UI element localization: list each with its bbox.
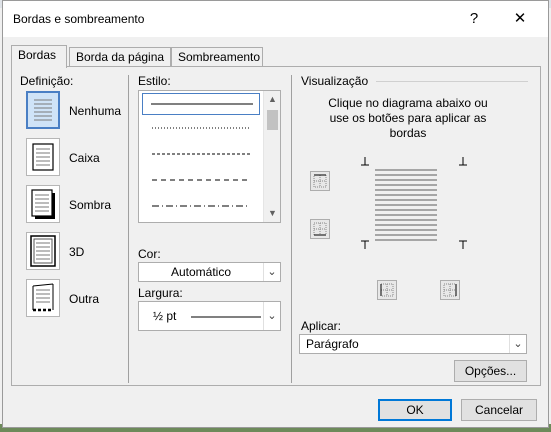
style-list-scrollbar[interactable]: ▲ ▼ (263, 91, 280, 222)
style-item-dashed-small[interactable] (142, 144, 260, 166)
width-value: ½ pt (153, 309, 177, 323)
color-label: Cor: (138, 247, 161, 261)
divider-left (128, 75, 129, 383)
setting-3d-label: 3D (69, 245, 85, 259)
style-item-dotted[interactable] (142, 118, 260, 140)
color-dropdown[interactable]: Automático ⌄ (138, 262, 281, 282)
help-button[interactable]: ? (460, 6, 488, 32)
width-dropdown[interactable]: ½ pt ⌄ (138, 301, 281, 331)
setting-none-label: Nenhuma (69, 104, 122, 118)
divider-right (291, 75, 292, 383)
border-right-icon (443, 283, 457, 297)
setting-box-label: Caixa (69, 151, 100, 165)
width-line-sample (191, 316, 261, 318)
tab-borda-da-pagina[interactable]: Borda da página (69, 47, 171, 67)
setting-shadow-label: Sombra (69, 198, 112, 212)
color-value: Automático (170, 265, 232, 279)
apply-to-value: Parágrafo (306, 337, 359, 351)
cancel-button[interactable]: Cancelar (461, 399, 537, 421)
apply-label: Aplicar: (301, 319, 342, 333)
close-button[interactable]: ✕ (506, 6, 534, 32)
options-button[interactable]: Opções... (454, 360, 527, 382)
ok-button[interactable]: OK (378, 399, 452, 421)
left-border-button[interactable] (377, 280, 397, 300)
chevron-down-icon[interactable]: ⌄ (509, 335, 526, 353)
setting-none-icon (26, 91, 60, 129)
preview-text-lines (375, 169, 437, 241)
chevron-down-icon[interactable]: ⌄ (263, 302, 280, 330)
chevron-down-icon[interactable]: ⌄ (263, 263, 280, 281)
bottom-border-button[interactable] (310, 219, 330, 239)
border-left-icon (380, 283, 394, 297)
tab-bordas-label: Bordas (18, 48, 57, 62)
tab-sombreamento[interactable]: Sombreamento (171, 47, 263, 67)
tab-borda-da-pagina-label: Borda da página (76, 50, 165, 64)
border-top-icon (313, 174, 327, 188)
style-item-dashed[interactable] (142, 170, 260, 192)
border-bottom-icon (313, 222, 327, 236)
width-label: Largura: (138, 286, 183, 300)
setting-heading: Definição: (20, 74, 74, 88)
preview-hint: Clique no diagrama abaixo ou use os botõ… (328, 96, 488, 140)
style-heading: Estilo: (138, 74, 171, 88)
tab-bordas[interactable]: Bordas (11, 45, 67, 68)
scroll-down-icon[interactable]: ▼ (264, 205, 280, 222)
top-border-button[interactable] (310, 171, 330, 191)
preview-diagram[interactable] (361, 157, 467, 249)
style-item-solid[interactable] (142, 93, 260, 115)
scroll-up-icon[interactable]: ▲ (264, 91, 280, 108)
dialog-title: Bordas e sombreamento (13, 12, 145, 26)
setting-custom-icon (26, 279, 60, 317)
tab-sombreamento-label: Sombreamento (178, 50, 261, 64)
preview-heading: Visualização (301, 74, 369, 88)
preview-heading-rule (376, 81, 528, 82)
setting-shadow-icon (26, 185, 60, 223)
borders-dialog: Bordas e sombreamento ? ✕ Bordas Borda d… (2, 0, 549, 428)
title-bar: Bordas e sombreamento ? ✕ (3, 1, 548, 37)
setting-box-icon (26, 138, 60, 176)
setting-custom-label: Outra (69, 292, 100, 306)
style-list[interactable]: ▲ ▼ (138, 90, 281, 223)
scroll-thumb[interactable] (267, 110, 278, 130)
setting-3d-icon (26, 232, 60, 270)
style-item-dash-dot[interactable] (142, 196, 260, 218)
apply-to-dropdown[interactable]: Parágrafo ⌄ (299, 334, 527, 354)
right-border-button[interactable] (440, 280, 460, 300)
